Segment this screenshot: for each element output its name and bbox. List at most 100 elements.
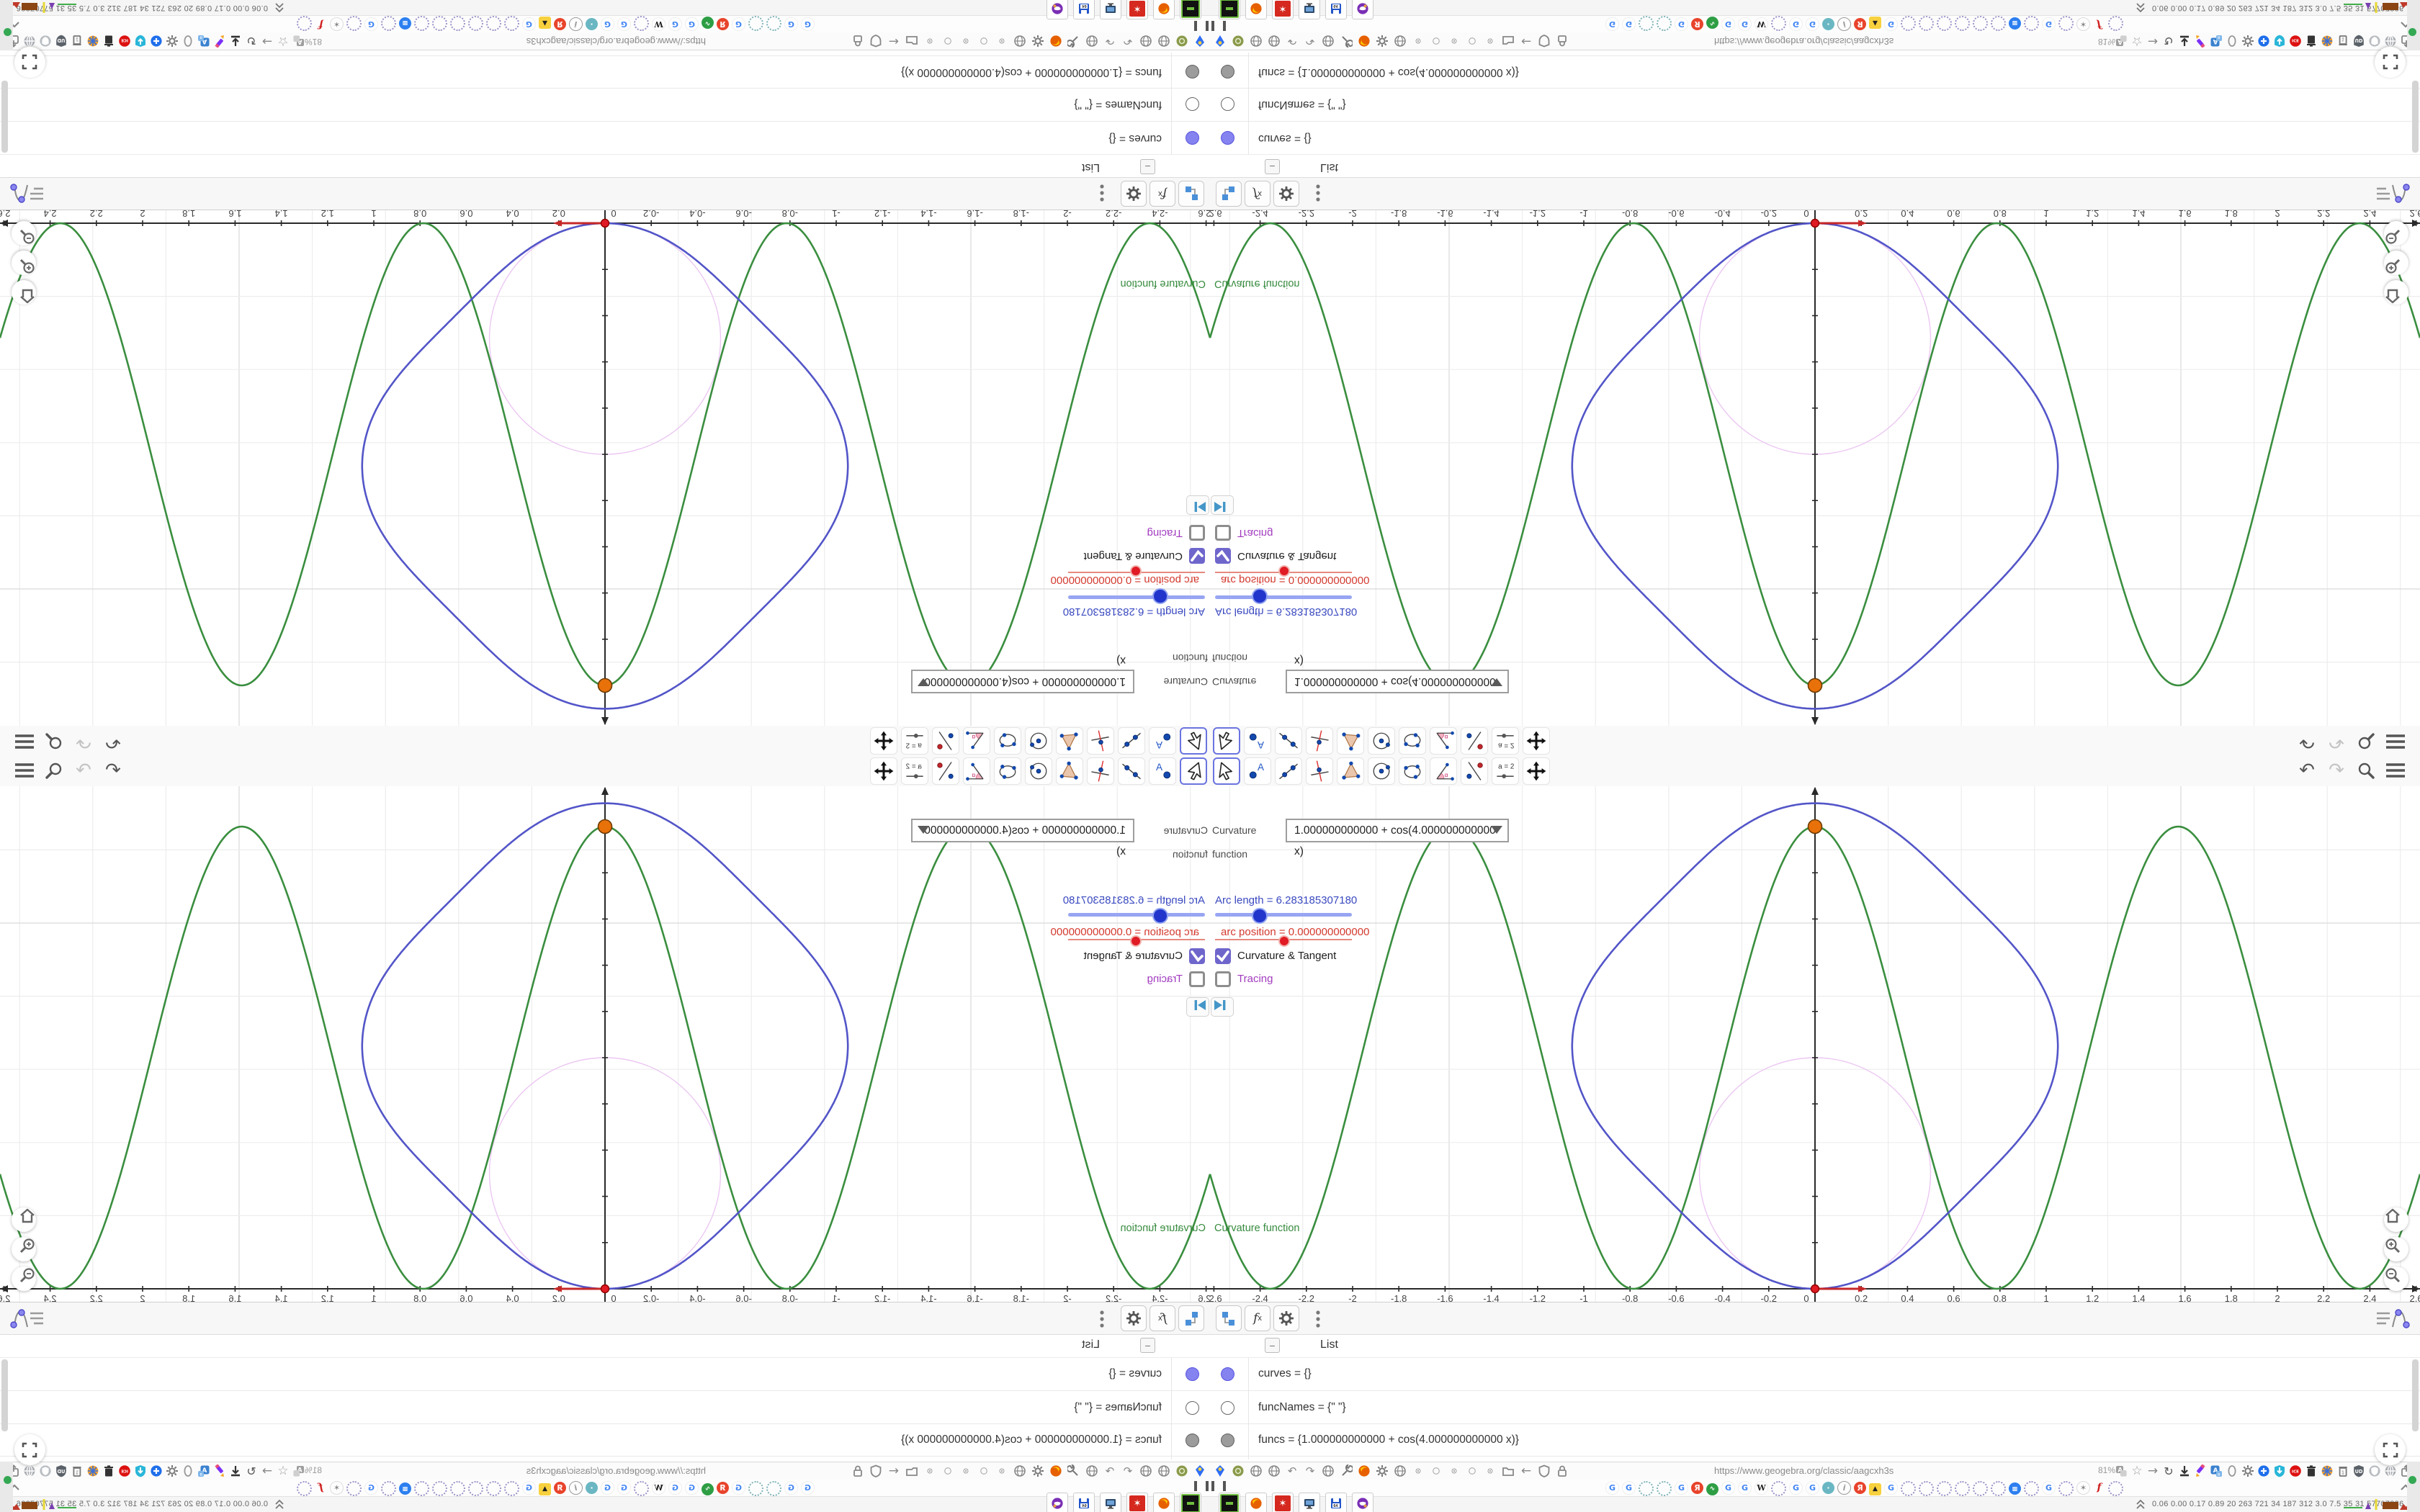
tool-perpendicular[interactable] [1087,727,1114,755]
olive-icon[interactable] [1231,34,1245,48]
algebra-more-button[interactable] [1307,1308,1330,1331]
graph-canvas[interactable]: -2.6 -2.4 -2.2 -2 -1.8 -1.6 -1.4 -1.2 -1 -0.8 -0.6… [1210,786,2420,1302]
graphics-view[interactable]: -2.6 -2.4 -2.2 -2 -1.8 -1.6 -1.4 -1.2 -1 -0.8 -0.6… [1210,210,2420,726]
shield-icon[interactable] [869,1464,883,1478]
graphics-view[interactable]: -2.6 -2.4 -2.2 -2 -1.8 -1.6 -1.4 -1.2 -1 -0.8 -0.6… [0,210,1210,726]
algebra-row-funcs[interactable]: funcs = {1.000000000000 + cos(4.00000000… [0,1424,1210,1457]
tool-perpendicular[interactable] [1087,757,1114,785]
visibility-marble[interactable] [1221,65,1234,78]
arc-start-point[interactable] [1810,1284,1820,1294]
arc-redo-icon[interactable]: ↷ [1303,34,1317,48]
taskbar-app-mask[interactable] [1352,1493,1373,1512]
tracing-checkbox[interactable] [1215,525,1231,541]
main-menu-button[interactable] [13,759,36,782]
arc-position-slider[interactable] [1068,935,1205,947]
algebra-row-curves[interactable]: curves = {} [0,121,1210,155]
tool-circle[interactable] [1025,727,1052,755]
arc-length-slider-knob[interactable] [1252,588,1268,604]
lock-icon[interactable] [1555,34,1569,48]
taskbar-app-red-gear[interactable]: ✶ [1126,1493,1148,1512]
bin-icon[interactable]: 1 [2336,1464,2350,1478]
tool-move[interactable] [1180,727,1207,755]
record-icon[interactable]: ICE [117,1464,132,1478]
globe-icon[interactable] [1321,34,1335,48]
profile-avatar[interactable] [4,1476,12,1484]
globe-icon[interactable] [1249,34,1263,48]
taskbar-app-red-gear[interactable]: ✶ [1272,0,1294,19]
search-button[interactable] [2354,730,2378,753]
taskbar-app-firefox[interactable] [1153,0,1175,19]
toggle-on-icon[interactable] [1447,1464,1461,1478]
tool-angle[interactable]: α [1430,757,1457,785]
toggle-on-icon[interactable] [1483,1464,1497,1478]
url-text[interactable]: https://www.geogebra.org/classic/aagcxh3… [526,1465,706,1476]
plus-circle-icon[interactable] [2257,34,2271,48]
arc-position-slider[interactable] [1215,565,1352,577]
toggle-on-icon[interactable] [1483,34,1497,48]
olive-icon[interactable] [1175,34,1189,48]
download-icon[interactable] [228,1464,243,1478]
arc-undo-icon[interactable]: ↶ [1285,34,1299,48]
toggle-on-icon[interactable] [1411,34,1425,48]
taskbar-app-mask[interactable] [1352,0,1373,19]
toggle-on-icon[interactable] [995,1464,1009,1478]
trash-icon[interactable] [2304,1464,2318,1478]
ud-shield-icon[interactable]: UD [2352,34,2366,48]
globe-icon[interactable] [1321,1464,1335,1478]
arc-position-slider-knob[interactable] [1278,935,1290,947]
taskbar-app-terminal[interactable] [1180,0,1201,19]
globe-icon[interactable] [1085,1464,1099,1478]
tool-move[interactable] [1180,757,1207,785]
profile-avatar[interactable] [4,28,12,36]
function-dropdown[interactable]: 1.000000000000 + cos(4.000000000000 x) [1286,654,1509,693]
globe-icon[interactable] [1157,34,1171,48]
taskbar-app-firefox[interactable] [1245,1493,1267,1512]
folder-icon[interactable] [905,34,919,48]
taskbar-app-floppy-64[interactable]: 64 [1073,0,1095,19]
visibility-marble[interactable] [1221,97,1234,112]
settings-button[interactable] [1121,1305,1147,1331]
download-icon[interactable] [2177,1464,2192,1478]
browser-scrollbar[interactable] [2407,1462,2420,1512]
algebra-more-button[interactable] [1307,181,1330,204]
graph-canvas[interactable]: -2.6 -2.4 -2.2 -2 -1.8 -1.6 -1.4 -1.2 -1 -0.8 -0.6… [0,210,1210,726]
taskbar-app-terminal[interactable] [1219,1493,1240,1512]
profile-avatar[interactable] [2408,28,2416,36]
tool-polygon[interactable] [1337,757,1364,785]
algebra-scrollbar[interactable] [1,1359,8,1431]
toggle-on-icon[interactable] [995,34,1009,48]
reload-icon[interactable]: ↻ [2161,1464,2176,1478]
url-text[interactable]: https://www.geogebra.org/classic/aagcxh3… [526,36,706,47]
folder-icon[interactable] [905,1464,919,1478]
tracing-checkbox[interactable] [1215,971,1231,987]
globe-icon[interactable] [1267,34,1281,48]
tool-move-graphics[interactable] [1523,757,1550,785]
fx-button[interactable]: fx [1150,1305,1175,1331]
network-icon[interactable] [86,1464,100,1478]
home-button[interactable] [2384,1207,2408,1232]
shield-icon[interactable] [1537,34,1551,48]
wrench-icon[interactable] [1067,1464,1081,1478]
main-menu-button[interactable] [13,730,36,753]
collapse-list-button[interactable]: − [1140,1338,1155,1353]
taskbar-app-floppy-64[interactable]: 64 [1325,0,1347,19]
tool-circle[interactable] [1368,757,1395,785]
shield-gray-icon[interactable] [2367,1464,2382,1478]
graphics-view[interactable]: -2.6 -2.4 -2.2 -2 -1.8 -1.6 -1.4 -1.2 -1 -0.8 -0.6… [0,786,1210,1302]
translate-blue-icon[interactable]: Aa [197,1464,211,1478]
visibility-marble[interactable] [1221,1367,1234,1381]
tool-polygon[interactable] [1056,757,1083,785]
tool-reflect[interactable] [1461,727,1488,755]
globe-icon[interactable] [1249,1464,1263,1478]
a-translate-icon[interactable]: A [2114,1464,2128,1478]
taskbar-app-monitor[interactable] [1299,1493,1320,1512]
toggle-off-icon[interactable] [977,1464,991,1478]
tool-reflect[interactable] [1461,757,1488,785]
tool-slider[interactable]: a = 2 [901,757,928,785]
redo-button[interactable]: ↷ [72,730,95,753]
tool-slider[interactable]: a = 2 [901,727,928,755]
a-translate-icon[interactable]: A [292,1464,306,1478]
toggle-on-icon[interactable] [1447,34,1461,48]
main-menu-button[interactable] [2384,730,2407,753]
oval-icon[interactable] [2225,1464,2239,1478]
